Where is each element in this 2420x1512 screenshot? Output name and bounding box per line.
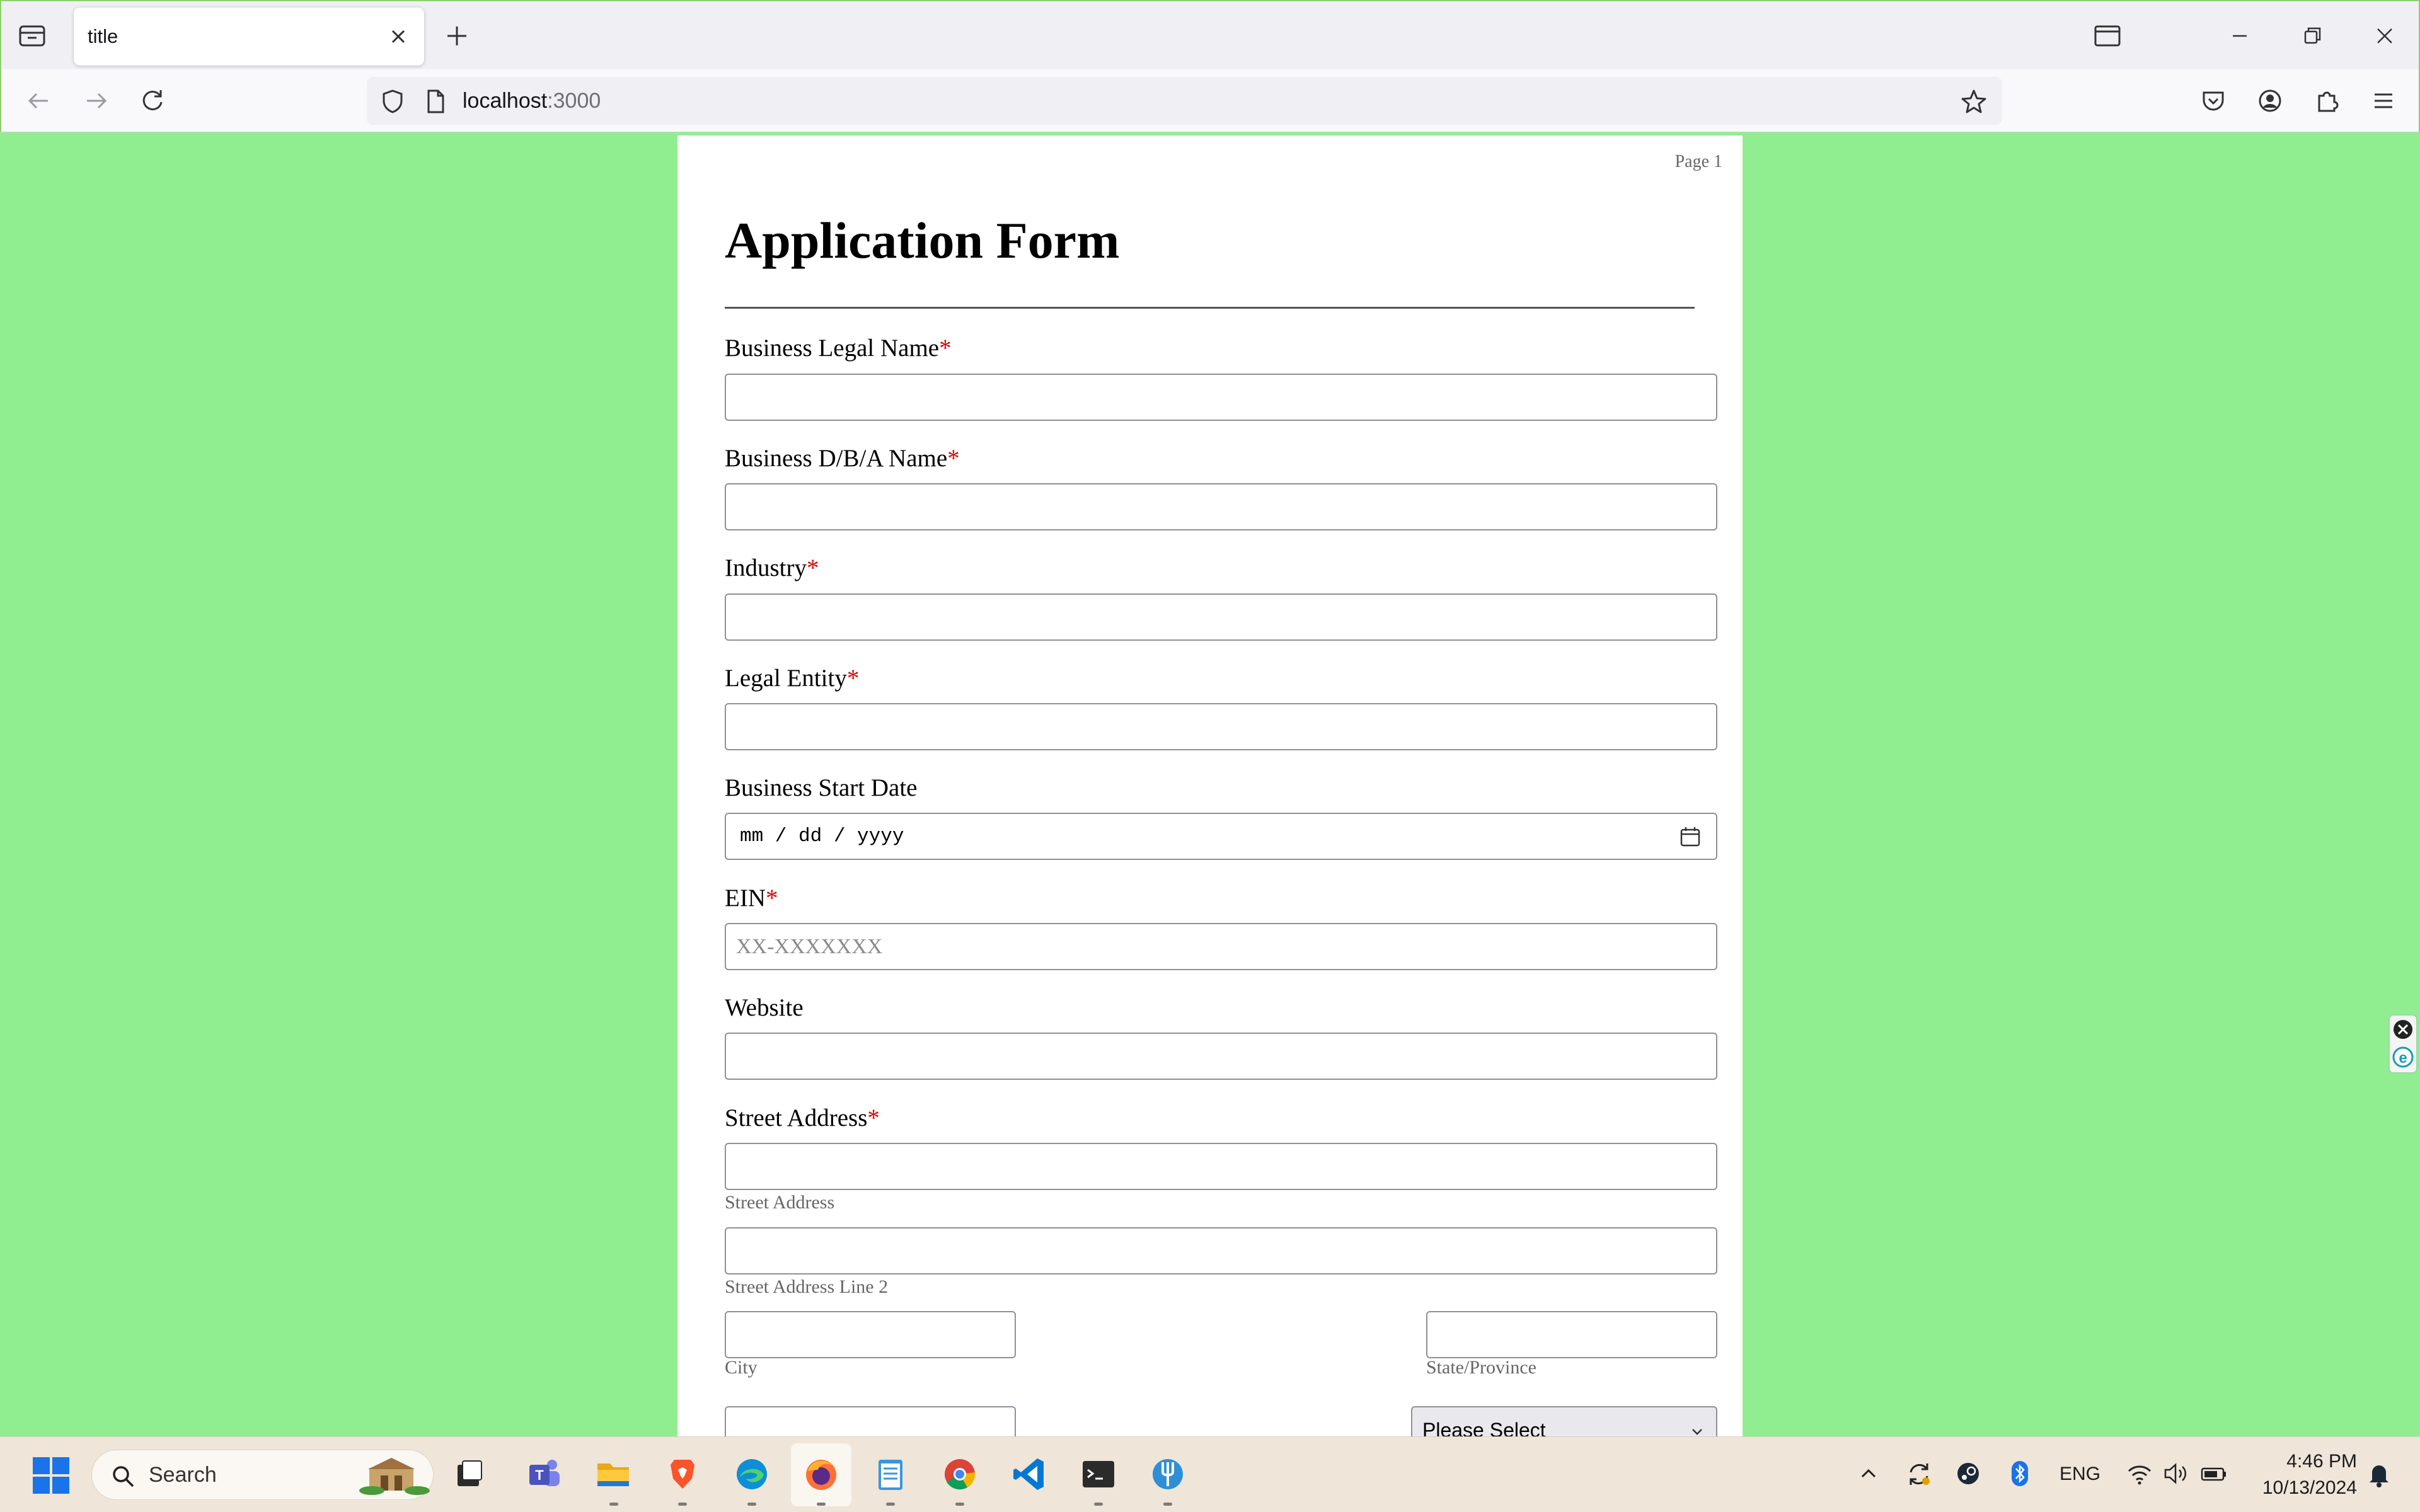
running-indicator (747, 1503, 756, 1506)
business-dba-name-label: Business D/B/A Name* (725, 445, 960, 472)
page-info-icon[interactable] (421, 87, 450, 116)
legal-entity-label: Legal Entity* (725, 665, 860, 692)
volume-icon[interactable] (2160, 1456, 2192, 1491)
ein-input[interactable]: XX-XXXXXXX (725, 923, 1717, 970)
new-tab-icon[interactable] (442, 21, 471, 50)
tab-close-icon[interactable] (386, 24, 411, 49)
business-start-date-input[interactable]: mm / dd / yyyy (725, 813, 1717, 860)
side-widget[interactable]: e (2388, 1014, 2417, 1074)
search-icon (110, 1463, 136, 1489)
windows-taskbar: Search T ENG 4:46 PM 10/13/2024 (0, 1436, 2420, 1512)
browser-tab-bar: title (0, 0, 2420, 69)
teams-icon[interactable]: T (523, 1453, 565, 1495)
industry-label: Industry* (725, 554, 819, 581)
sync-icon[interactable] (1903, 1456, 1935, 1491)
running-indicator (678, 1503, 687, 1506)
legal-entity-input[interactable] (725, 703, 1717, 750)
business-start-date-label: Business Start Date (725, 774, 918, 801)
forward-icon[interactable] (79, 84, 112, 117)
date-format-text: mm / dd / yyyy (740, 825, 904, 847)
pocket-icon[interactable] (2197, 84, 2230, 117)
running-indicator (609, 1503, 618, 1506)
chrome-icon[interactable] (939, 1453, 981, 1495)
street-address-line2-sublabel: Street Address Line 2 (725, 1276, 889, 1297)
browser-tab[interactable]: title (74, 8, 424, 66)
business-legal-name-input[interactable] (725, 374, 1717, 421)
address-bar[interactable]: localhost:3000 (367, 77, 2002, 125)
search-highlight-image (357, 1455, 431, 1496)
street-address-line2-input[interactable] (725, 1227, 1717, 1274)
clock-time: 4:46 PM (2286, 1451, 2357, 1472)
industry-input[interactable] (725, 593, 1717, 641)
back-icon[interactable] (23, 84, 55, 117)
running-indicator (817, 1503, 826, 1506)
website-label: Website (725, 994, 804, 1021)
reload-icon[interactable] (136, 84, 169, 117)
website-input[interactable] (725, 1033, 1717, 1080)
browser-nav-bar: localhost:3000 (0, 69, 2420, 132)
task-view-icon[interactable] (449, 1453, 490, 1495)
brave-browser-icon[interactable] (662, 1453, 703, 1495)
bookmark-star-icon[interactable] (1959, 87, 1988, 116)
street-address-sublabel: Street Address (725, 1192, 835, 1213)
taskbar-clock[interactable]: 4:46 PM 10/13/2024 (2244, 1448, 2357, 1501)
ein-placeholder: XX-XXXXXXX (736, 935, 883, 958)
sidebar-toggle-icon[interactable] (2090, 19, 2124, 53)
state-province-input[interactable] (1426, 1311, 1717, 1358)
business-legal-name-label: Business Legal Name* (725, 335, 952, 362)
windows-start-icon[interactable] (32, 1456, 71, 1495)
fork-app-icon[interactable] (1147, 1453, 1189, 1495)
terminal-icon[interactable] (1078, 1453, 1119, 1495)
chevron-up-icon[interactable] (1853, 1456, 1884, 1491)
bluetooth-icon[interactable] (2004, 1456, 2036, 1491)
tab-list-icon[interactable] (18, 23, 47, 48)
street-address-label: Street Address* (725, 1104, 880, 1131)
form-title: Application Form (725, 212, 1120, 269)
restore-icon[interactable] (2295, 19, 2329, 53)
form-page: Page 1 Application Form Business Legal N… (677, 135, 1743, 1453)
close-window-icon[interactable] (2368, 19, 2402, 53)
search-label: Search (149, 1463, 217, 1487)
page-number: Page 1 (1674, 152, 1722, 171)
notification-bell-icon[interactable] (2363, 1456, 2395, 1491)
taskbar-search[interactable]: Search (91, 1450, 434, 1500)
ein-label: EIN* (725, 885, 778, 912)
state-province-sublabel: State/Province (1426, 1357, 1536, 1378)
vscode-icon[interactable] (1008, 1453, 1050, 1495)
minimize-icon[interactable] (2223, 19, 2257, 53)
title-divider (725, 307, 1695, 309)
tab-title: title (88, 25, 118, 47)
language-indicator[interactable]: ENG (2060, 1463, 2100, 1485)
running-indicator (1163, 1503, 1172, 1506)
svg-text:T: T (535, 1467, 544, 1483)
calendar-icon[interactable] (1680, 826, 1701, 847)
file-explorer-icon[interactable] (592, 1453, 634, 1495)
street-address-input[interactable] (725, 1143, 1717, 1190)
account-icon[interactable] (2254, 84, 2286, 117)
svg-text:e: e (2399, 1050, 2407, 1067)
running-indicator (1094, 1503, 1103, 1506)
battery-icon[interactable] (2198, 1456, 2230, 1491)
app-menu-icon[interactable] (2367, 84, 2400, 117)
business-dba-name-input[interactable] (725, 483, 1717, 530)
extensions-icon[interactable] (2310, 84, 2343, 117)
url-text: localhost:3000 (463, 89, 601, 113)
edge-browser-icon[interactable] (731, 1453, 773, 1495)
city-sublabel: City (725, 1357, 758, 1378)
firefox-icon[interactable] (800, 1453, 842, 1495)
city-input[interactable] (725, 1311, 1016, 1358)
running-indicator (886, 1503, 895, 1506)
wifi-icon[interactable] (2124, 1456, 2155, 1491)
tracking-protection-icon[interactable] (378, 87, 407, 116)
notepad-icon[interactable] (870, 1453, 911, 1495)
clock-date: 10/13/2024 (2262, 1477, 2357, 1498)
running-indicator (955, 1503, 964, 1506)
steam-icon[interactable] (1952, 1456, 1984, 1491)
